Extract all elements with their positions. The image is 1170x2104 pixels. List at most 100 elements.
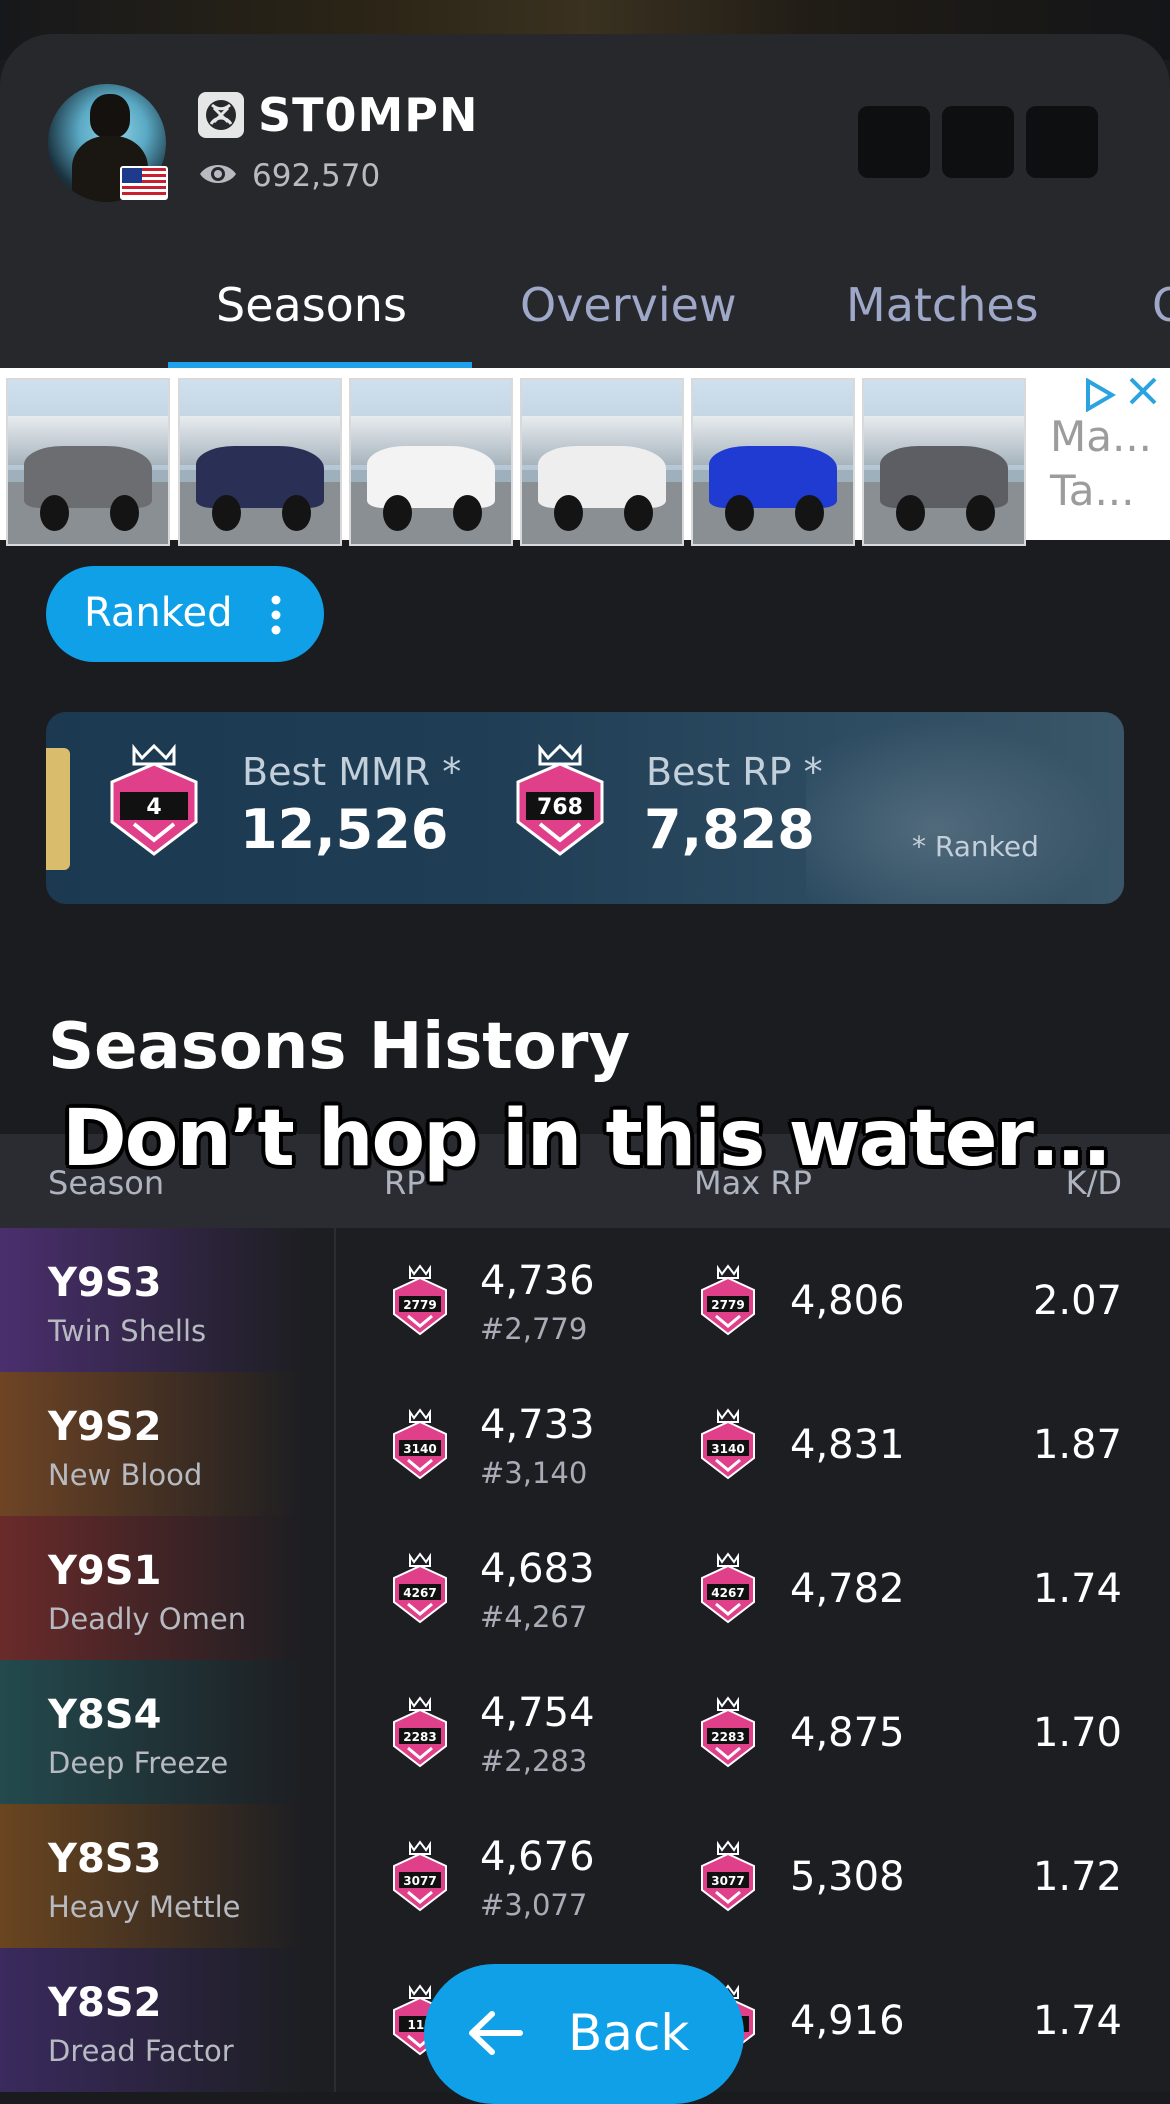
seasons-history-title: Seasons History xyxy=(48,1010,631,1084)
ad-car-image-2[interactable] xyxy=(178,378,342,546)
rank-badge-icon: 3077 xyxy=(390,1840,450,1914)
best-mmr-label: Best MMR * xyxy=(242,750,462,794)
champion-rank-badge-icon: 768 xyxy=(516,743,604,856)
ranked-filter-label: Ranked xyxy=(84,590,233,636)
season-code: Y9S1 xyxy=(48,1548,162,1594)
ad-car-image-1[interactable] xyxy=(6,378,170,546)
svg-text:4267: 4267 xyxy=(711,1586,744,1600)
season-rp-rank: #4,267 xyxy=(480,1600,588,1634)
table-row[interactable]: Y9S3 Twin Shells 2779 4,736 #2,779 2779 4,806 2… xyxy=(0,1228,1170,1372)
max-rank-badge-icon: 2283 xyxy=(698,1696,758,1770)
operators-artwork xyxy=(806,712,1124,904)
svg-text:3140: 3140 xyxy=(403,1442,436,1456)
ad-choices-icon[interactable] xyxy=(1082,378,1116,412)
season-kd: 2.07 xyxy=(1032,1278,1122,1324)
season-max-rp: 4,875 xyxy=(790,1710,905,1756)
profile-views: 692,570 xyxy=(252,158,381,194)
back-button-label: Back xyxy=(568,2004,690,2062)
back-arrow-icon xyxy=(469,2011,523,2055)
ranked-footnote: * Ranked xyxy=(912,830,1039,863)
max-rank-badge-icon: 2779 xyxy=(698,1264,758,1338)
ad-text-line-1: Ma... xyxy=(1050,412,1153,461)
ad-car-image-3[interactable] xyxy=(349,378,513,546)
season-rp-rank: #2,283 xyxy=(480,1744,588,1778)
max-rank-badge-icon: 3140 xyxy=(698,1408,758,1482)
svg-text:2779: 2779 xyxy=(403,1298,436,1312)
ad-car-image-6[interactable] xyxy=(862,378,1026,546)
season-kd: 1.74 xyxy=(1032,1566,1122,1612)
video-caption: Don’t hop in this water… xyxy=(62,1094,1110,1184)
svg-text:2283: 2283 xyxy=(711,1730,744,1744)
rank-badge-icon: 4267 xyxy=(390,1552,450,1626)
rank-badge-icon: 2779 xyxy=(390,1264,450,1338)
rank-badge-icon: 3140 xyxy=(390,1408,450,1482)
season-name: Heavy Mettle xyxy=(48,1890,241,1924)
ad-car-image-5[interactable] xyxy=(691,378,855,546)
max-rank-badge-icon: 4267 xyxy=(698,1552,758,1626)
svg-text:2779: 2779 xyxy=(711,1298,744,1312)
max-rank-badge-icon: 3077 xyxy=(698,1840,758,1914)
best-mmr-value: 12,526 xyxy=(240,798,449,861)
table-row[interactable]: Y9S1 Deadly Omen 4267 4,683 #4,267 4267 4,782 1… xyxy=(0,1516,1170,1660)
tab-matches[interactable]: Matches xyxy=(846,278,1039,332)
season-rp-rank: #2,779 xyxy=(480,1312,588,1346)
season-name: Dread Factor xyxy=(48,2034,234,2068)
profile-header: ST0MPN 692,570 Seasons Overview Matches … xyxy=(0,34,1170,368)
ad-text-line-2: Ta... xyxy=(1050,466,1135,515)
season-rp-rank: #3,077 xyxy=(480,1888,588,1922)
season-max-rp: 4,831 xyxy=(790,1422,905,1468)
season-max-rp: 5,308 xyxy=(790,1854,905,1900)
table-row[interactable]: Y8S4 Deep Freeze 2283 4,754 #2,283 2283 4,875 1… xyxy=(0,1660,1170,1804)
header-action-button-3[interactable] xyxy=(1026,106,1098,178)
svg-text:2283: 2283 xyxy=(403,1730,436,1744)
season-code: Y8S2 xyxy=(48,1980,162,2026)
svg-text:3140: 3140 xyxy=(711,1442,744,1456)
season-name: Twin Shells xyxy=(48,1314,207,1348)
season-max-rp: 4,806 xyxy=(790,1278,905,1324)
season-max-rp: 4,916 xyxy=(790,1998,905,2044)
svg-text:3077: 3077 xyxy=(403,1874,436,1888)
svg-text:3077: 3077 xyxy=(711,1874,744,1888)
header-action-button-1[interactable] xyxy=(858,106,930,178)
season-name: Deadly Omen xyxy=(48,1602,247,1636)
season-rp: 4,683 xyxy=(480,1546,595,1592)
best-rp-label: Best RP * xyxy=(646,750,823,794)
xbox-icon xyxy=(198,92,244,138)
card-accent xyxy=(46,748,70,870)
table-row[interactable]: Y8S3 Heavy Mettle 3077 4,676 #3,077 3077 5,308… xyxy=(0,1804,1170,1948)
tab-seasons[interactable]: Seasons xyxy=(216,278,407,332)
ad-car-image-4[interactable] xyxy=(520,378,684,546)
season-code: Y9S3 xyxy=(48,1260,162,1306)
ranked-filter-button[interactable]: Ranked xyxy=(46,566,324,662)
ad-banner[interactable]: Ma... Ta... xyxy=(0,368,1170,546)
kebab-menu-icon xyxy=(271,595,281,635)
us-flag-icon xyxy=(120,166,168,200)
tab-overview[interactable]: Overview xyxy=(520,278,737,332)
season-kd: 1.70 xyxy=(1032,1710,1122,1756)
season-code: Y8S4 xyxy=(48,1692,162,1738)
username: ST0MPN xyxy=(258,88,479,142)
season-name: Deep Freeze xyxy=(48,1746,229,1780)
eye-icon xyxy=(200,165,236,183)
ad-text[interactable]: Ma... Ta... xyxy=(1050,410,1152,518)
champion-rank-badge-icon: 4 xyxy=(110,743,198,856)
season-rp: 4,754 xyxy=(480,1690,595,1736)
season-rp: 4,733 xyxy=(480,1402,595,1448)
ad-close-icon[interactable] xyxy=(1126,374,1160,408)
season-max-rp: 4,782 xyxy=(790,1566,905,1612)
best-stats-card: 4 Best MMR * 12,526 768 Best RP * 7,828 xyxy=(46,712,1124,904)
tab-more[interactable]: O xyxy=(1152,278,1170,332)
back-button[interactable]: Back xyxy=(424,1964,744,2104)
season-code: Y8S3 xyxy=(48,1836,162,1882)
season-code: Y9S2 xyxy=(48,1404,162,1450)
season-rp: 4,676 xyxy=(480,1834,595,1880)
season-rp: 4,736 xyxy=(480,1258,595,1304)
season-kd: 1.72 xyxy=(1032,1854,1122,1900)
mmr-badge-number: 4 xyxy=(146,795,161,820)
season-name: New Blood xyxy=(48,1458,203,1492)
svg-text:4267: 4267 xyxy=(403,1586,436,1600)
table-row[interactable]: Y9S2 New Blood 3140 4,733 #3,140 3140 4,831 1.8… xyxy=(0,1372,1170,1516)
season-kd: 1.87 xyxy=(1032,1422,1122,1468)
header-action-button-2[interactable] xyxy=(942,106,1014,178)
rank-badge-icon: 2283 xyxy=(390,1696,450,1770)
